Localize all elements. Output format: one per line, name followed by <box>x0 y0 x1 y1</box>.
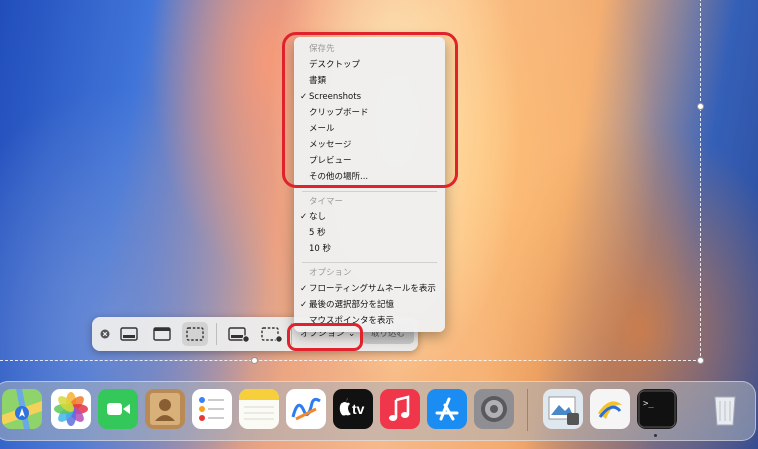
close-circle-icon <box>100 329 110 339</box>
dock-app-music[interactable] <box>380 389 420 429</box>
dock-divider <box>527 389 528 431</box>
trash-icon <box>714 396 736 426</box>
menu-separator <box>302 262 437 263</box>
terminal-icon: >_ <box>637 389 677 429</box>
dock-app-photos[interactable] <box>51 389 91 429</box>
record-screen-icon <box>228 327 250 343</box>
facetime-icon <box>98 389 138 429</box>
dock-trash[interactable] <box>705 389 745 429</box>
options-button-highlight <box>287 323 363 351</box>
capture-selection-button[interactable] <box>182 322 208 346</box>
contacts-icon <box>145 389 185 429</box>
running-indicator <box>654 434 657 437</box>
dock-app-system-settings[interactable] <box>474 389 514 429</box>
music-icon <box>380 389 420 429</box>
record-entire-screen-button[interactable] <box>225 322 251 346</box>
tv-icon: tv <box>333 389 373 429</box>
dock-app-terminal[interactable]: >_ <box>637 389 677 429</box>
menu-item-show-floating-thumbnail[interactable]: ✓ フローティングサムネールを表示 <box>294 281 445 297</box>
menu-item-timer-10s[interactable]: 10 秒 <box>294 241 445 257</box>
menu-item-timer-none[interactable]: ✓ なし <box>294 209 445 225</box>
selection-icon <box>186 327 204 341</box>
notes-icon <box>239 389 279 429</box>
svg-text:>_: >_ <box>643 399 654 409</box>
close-button[interactable] <box>95 322 115 346</box>
reminders-icon <box>192 389 232 429</box>
freeform-icon <box>286 389 326 429</box>
menu-separator <box>302 191 437 192</box>
record-selection-icon <box>261 327 283 343</box>
menu-header-timer: タイマー <box>309 197 344 207</box>
app-store-icon <box>427 389 467 429</box>
menu-item-timer-5s[interactable]: 5 秒 <box>294 225 445 241</box>
script-icon <box>590 389 630 429</box>
photos-icon <box>51 389 91 429</box>
dock-app-reminders[interactable] <box>192 389 232 429</box>
selection-handle-bottom[interactable] <box>251 357 258 364</box>
svg-text:tv: tv <box>352 401 365 417</box>
dock-app-maps[interactable] <box>2 389 42 429</box>
menu-item-remember-last-selection[interactable]: ✓ 最後の選択部分を記憶 <box>294 297 445 313</box>
settings-icon <box>474 389 514 429</box>
selection-handle-right[interactable] <box>697 103 704 110</box>
maps-icon <box>2 389 42 429</box>
menu-header-options: オプション <box>309 268 352 278</box>
entire-screen-icon <box>120 327 138 341</box>
preview-icon <box>543 389 583 429</box>
dock-app-freeform[interactable] <box>286 389 326 429</box>
toolbar-divider <box>216 323 217 345</box>
dock-app-script[interactable] <box>590 389 630 429</box>
selection-handle-corner[interactable] <box>697 357 704 364</box>
record-selection-button[interactable] <box>258 322 284 346</box>
dock-app-apple-tv[interactable]: tv <box>333 389 373 429</box>
save-location-highlight <box>282 32 458 188</box>
capture-entire-screen-button[interactable] <box>116 322 142 346</box>
dock-app-facetime[interactable] <box>98 389 138 429</box>
capture-window-button[interactable] <box>149 322 175 346</box>
window-icon <box>153 327 171 341</box>
dock-app-notes[interactable] <box>239 389 279 429</box>
dock-app-preview[interactable] <box>543 389 583 429</box>
dock-app-contacts[interactable] <box>145 389 185 429</box>
dock-app-app-store[interactable] <box>427 389 467 429</box>
